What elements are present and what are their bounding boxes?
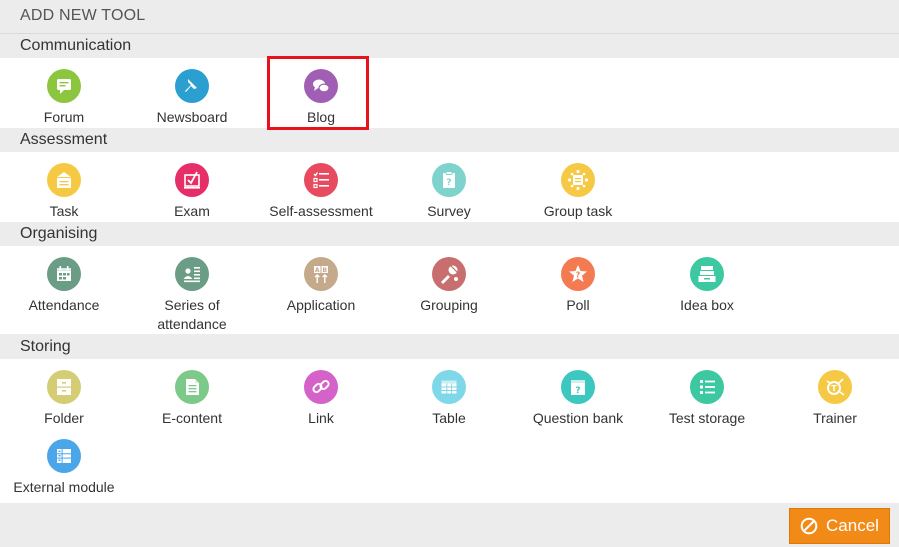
- tool-label: Series of attendance: [157, 297, 227, 332]
- section-assessment: Task Exam Self-assessment ? Survey Group…: [0, 152, 899, 222]
- tool-trainer[interactable]: T Trainer: [771, 370, 899, 428]
- attendance-icon: [47, 257, 81, 291]
- section-title-communication: Communication: [20, 37, 132, 54]
- e-content-icon: [175, 370, 209, 404]
- svg-text:T: T: [831, 384, 837, 393]
- tool-survey[interactable]: ? Survey: [385, 163, 513, 221]
- group-task-icon: [561, 163, 595, 197]
- tool-table[interactable]: Table: [385, 370, 513, 428]
- svg-text:?: ?: [575, 386, 580, 396]
- tool-label: Self-assessment: [269, 203, 373, 219]
- tool-label: Application: [286, 297, 356, 313]
- section-organising: Attendance Series of attendance AB Applic…: [0, 246, 899, 334]
- tool-label: Question bank: [532, 410, 624, 426]
- tool-label: Folder: [44, 410, 84, 426]
- idea-box-icon: [690, 257, 724, 291]
- tool-label: Survey: [427, 203, 471, 219]
- tool-label: Task: [49, 203, 79, 219]
- section-title-organising: Organising: [20, 225, 98, 242]
- dialog-title: ADD NEW TOOL: [20, 7, 146, 24]
- grouping-icon: [432, 257, 466, 291]
- svg-text:B: B: [323, 267, 328, 274]
- tool-label: Trainer: [813, 410, 857, 426]
- tool-test-storage[interactable]: Test storage: [643, 370, 771, 428]
- tool-forum[interactable]: Forum: [0, 69, 128, 127]
- section-title-storing: Storing: [20, 338, 71, 355]
- tool-attendance[interactable]: Attendance: [0, 257, 128, 315]
- tool-poll[interactable]: ? Poll: [514, 257, 642, 315]
- tool-group-task[interactable]: Group task: [514, 163, 642, 221]
- svg-text:A: A: [315, 267, 320, 274]
- tool-label: Forum: [43, 109, 85, 125]
- trainer-icon: T: [818, 370, 852, 404]
- cancel-label: Cancel: [826, 516, 879, 535]
- divider: [0, 33, 899, 34]
- poll-icon: ?: [561, 257, 595, 291]
- series-attendance-icon: [175, 257, 209, 291]
- tool-grouping[interactable]: Grouping: [385, 257, 513, 315]
- cancel-icon: [800, 517, 818, 535]
- test-storage-icon: [690, 370, 724, 404]
- tool-folder[interactable]: Folder: [0, 370, 128, 428]
- tool-label: Newsboard: [156, 109, 228, 125]
- tool-series-of-attendance[interactable]: Series of attendance: [128, 257, 256, 334]
- tool-task[interactable]: Task: [0, 163, 128, 221]
- section-communication: Forum Newsboard Blog: [0, 58, 899, 128]
- svg-text:?: ?: [576, 271, 581, 280]
- tool-label: Group task: [543, 203, 613, 219]
- self-assessment-icon: [304, 163, 338, 197]
- link-icon: [304, 370, 338, 404]
- pin-icon: [175, 69, 209, 103]
- application-icon: AB: [304, 257, 338, 291]
- selection-highlight: [267, 56, 369, 130]
- section-storing: Folder E-content Link Table ? Question b…: [0, 359, 899, 503]
- tool-e-content[interactable]: E-content: [128, 370, 256, 428]
- table-icon: [432, 370, 466, 404]
- section-title-assessment: Assessment: [20, 131, 108, 148]
- question-bank-icon: ?: [561, 370, 595, 404]
- tool-label: External module: [13, 479, 115, 495]
- task-icon: [47, 163, 81, 197]
- tool-self-assessment[interactable]: Self-assessment: [257, 163, 385, 221]
- folder-icon: [47, 370, 81, 404]
- tool-label: Exam: [174, 203, 210, 219]
- tool-idea-box[interactable]: Idea box: [643, 257, 771, 315]
- tool-link[interactable]: Link: [257, 370, 385, 428]
- external-module-icon: [47, 439, 81, 473]
- cancel-button[interactable]: Cancel: [789, 508, 890, 544]
- exam-icon: [175, 163, 209, 197]
- survey-icon: ?: [432, 163, 466, 197]
- forum-icon: [47, 69, 81, 103]
- tool-label: Grouping: [420, 297, 478, 313]
- tool-label: Poll: [566, 297, 590, 313]
- tool-exam[interactable]: Exam: [128, 163, 256, 221]
- tool-external-module[interactable]: External module: [0, 439, 128, 497]
- tool-label: E-content: [162, 410, 222, 426]
- tool-label: Test storage: [668, 410, 746, 426]
- tool-label: Attendance: [28, 297, 100, 313]
- tool-application[interactable]: AB Application: [257, 257, 385, 315]
- tool-label: Table: [432, 410, 466, 426]
- tool-question-bank[interactable]: ? Question bank: [514, 370, 642, 428]
- tool-newsboard[interactable]: Newsboard: [128, 69, 256, 127]
- tool-label: Idea box: [680, 297, 734, 313]
- tool-label: Link: [308, 410, 334, 426]
- svg-text:?: ?: [446, 178, 451, 188]
